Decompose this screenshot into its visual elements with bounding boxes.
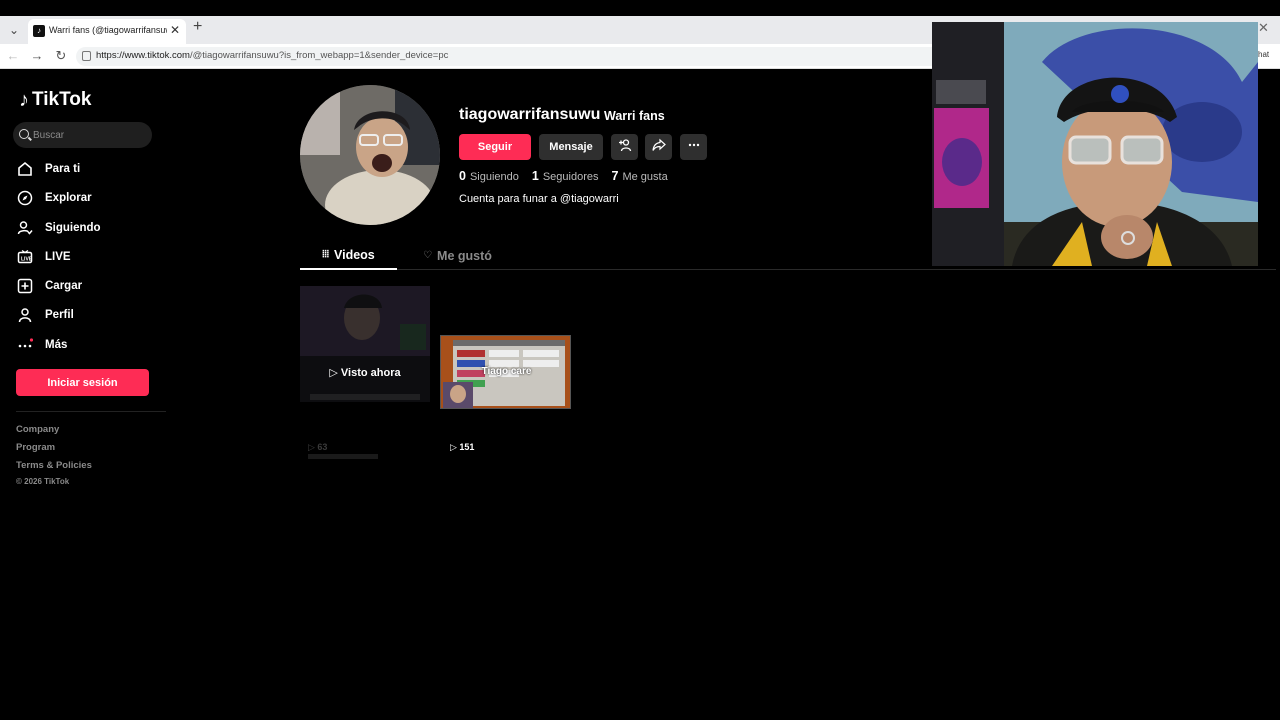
tab-videos[interactable]: ⦙⦙⦙ Videos bbox=[300, 241, 397, 270]
stat-label: Siguiendo bbox=[469, 171, 519, 183]
view-count-value: 63 bbox=[317, 442, 328, 452]
stat-value: 7 bbox=[611, 169, 619, 183]
screen: ⌄ ♪ Warri fans (@tiagowarrifansuwu) | ✕ … bbox=[0, 0, 1280, 720]
video-card[interactable]: Tiago care bbox=[440, 335, 571, 409]
sidebar-item-label: LIVE bbox=[45, 251, 71, 263]
view-count: ▷ 151 bbox=[450, 442, 475, 452]
url-host: https://www.tiktok.com bbox=[96, 50, 190, 61]
sidebar-item-label: Explorar bbox=[45, 192, 92, 204]
sidebar-item-cargar[interactable]: Cargar bbox=[16, 274, 166, 298]
share-arrow-icon bbox=[651, 138, 666, 157]
sidebar-item-label: Siguiendo bbox=[45, 222, 101, 234]
tiktok-logo[interactable]: ♪ TikTok bbox=[19, 87, 91, 113]
stat-label: Seguidores bbox=[542, 171, 599, 183]
sidebar-divider bbox=[16, 411, 166, 412]
more-icon bbox=[16, 336, 34, 354]
sidebar-item-siguiendo[interactable]: Siguiendo bbox=[16, 216, 166, 240]
window-close-icon[interactable]: ✕ bbox=[1258, 20, 1269, 36]
view-count-value: 151 bbox=[459, 442, 475, 452]
video-thumbnail bbox=[300, 286, 430, 400]
tiktok-note-icon: ♪ bbox=[19, 88, 29, 111]
compass-icon bbox=[16, 189, 34, 207]
grid-icon: ⦙⦙⦙ bbox=[322, 249, 329, 260]
add-user-icon bbox=[618, 138, 632, 157]
tab-close-icon[interactable]: ✕ bbox=[170, 23, 180, 37]
sidebar-item-perfil[interactable]: Perfil bbox=[16, 303, 166, 327]
view-count: ▷ 63 bbox=[308, 442, 328, 452]
profile-icon bbox=[16, 306, 34, 324]
home-icon bbox=[16, 160, 34, 178]
more-options-button[interactable] bbox=[680, 134, 707, 160]
stat-value: 1 bbox=[531, 169, 539, 183]
tab-label: Videos bbox=[333, 247, 375, 262]
follow-button[interactable]: Seguir bbox=[459, 134, 531, 160]
watched-text: Visto ahora bbox=[340, 367, 401, 379]
sidebar-item-label: Más bbox=[45, 339, 68, 351]
message-button[interactable]: Mensaje bbox=[539, 134, 603, 160]
video-title: Tiago care bbox=[481, 366, 532, 377]
likes-count: 7 Me gusta bbox=[612, 169, 668, 183]
profile-stats: 0 Siguiendo 1 Seguidores 7 Me gusta bbox=[459, 169, 681, 183]
back-arrow-icon[interactable]: ← bbox=[4, 47, 22, 65]
sidebar-item-mas[interactable]: Más bbox=[16, 333, 166, 357]
forward-arrow-icon[interactable]: → bbox=[28, 47, 46, 65]
profile-username: tiagowarrifansuwu bbox=[459, 106, 601, 123]
webcam-feed bbox=[932, 22, 1258, 266]
sidebar-item-label: Para ti bbox=[45, 163, 81, 175]
suggested-accounts-button[interactable] bbox=[611, 134, 638, 160]
search-input[interactable] bbox=[33, 127, 143, 143]
footer-link-terms[interactable]: Terms & Policies bbox=[16, 460, 92, 471]
tab-liked[interactable]: ♡ Me gustó bbox=[409, 241, 506, 270]
svg-text:LIVE: LIVE bbox=[21, 257, 33, 263]
video-card[interactable]: ▷ Visto ahora bbox=[300, 286, 430, 402]
profile-nickname: Warri fans bbox=[604, 109, 665, 123]
sidebar-item-explorar[interactable]: Explorar bbox=[16, 186, 166, 210]
search-icon[interactable] bbox=[19, 129, 29, 139]
login-button[interactable]: Iniciar sesión bbox=[16, 369, 149, 396]
sidebar-item-label: Cargar bbox=[45, 280, 83, 292]
tab-label: Me gustó bbox=[437, 248, 492, 263]
video-caption-placeholder bbox=[308, 454, 378, 459]
stat-label: Me gusta bbox=[622, 171, 668, 183]
avatar-photo bbox=[300, 85, 440, 225]
new-tab-plus-icon[interactable]: + bbox=[193, 18, 202, 36]
share-button[interactable] bbox=[645, 134, 672, 160]
webcam-overlay bbox=[932, 22, 1258, 266]
sidebar-item-label: Perfil bbox=[45, 309, 74, 321]
profile-bio: Cuenta para funar a @tiagowarri bbox=[459, 193, 619, 205]
watched-now-label: ▷ Visto ahora bbox=[329, 367, 401, 379]
browser-tab[interactable]: ♪ Warri fans (@tiagowarrifansuwu) | ✕ bbox=[28, 19, 186, 44]
tab-title: Warri fans (@tiagowarrifansuwu) | bbox=[49, 25, 167, 35]
copyright: © 2026 TikTok bbox=[16, 477, 70, 486]
avatar[interactable] bbox=[300, 85, 440, 225]
reload-icon[interactable]: ↻ bbox=[52, 47, 70, 65]
live-icon: LIVE bbox=[16, 248, 34, 266]
footer-link-program[interactable]: Program bbox=[16, 442, 55, 453]
sidebar-item-live[interactable]: LIVE LIVE bbox=[16, 245, 166, 269]
stat-value: 0 bbox=[459, 169, 466, 183]
url-text: https://www.tiktok.com/@tiagowarrifansuw… bbox=[96, 50, 448, 61]
ellipsis-icon bbox=[687, 138, 701, 157]
copilot-chat-label[interactable]: hat bbox=[1258, 50, 1269, 59]
logo-text: TikTok bbox=[32, 89, 92, 110]
upload-icon bbox=[16, 277, 34, 295]
search-box[interactable] bbox=[13, 122, 152, 148]
footer-link-company[interactable]: Company bbox=[16, 424, 59, 435]
tab-list-chevron-icon[interactable]: ⌄ bbox=[4, 20, 24, 40]
url-path: /@tiagowarrifansuwu?is_from_webapp=1&sen… bbox=[189, 50, 449, 61]
site-info-icon[interactable] bbox=[82, 51, 91, 61]
tiktok-favicon-icon: ♪ bbox=[33, 25, 45, 37]
heart-lock-icon: ♡ bbox=[423, 250, 433, 261]
following-icon bbox=[16, 219, 34, 237]
sidebar-item-para-ti[interactable]: Para ti bbox=[16, 157, 166, 181]
followers-count[interactable]: 1 Seguidores bbox=[532, 169, 599, 183]
following-count[interactable]: 0 Siguiendo bbox=[459, 169, 519, 183]
